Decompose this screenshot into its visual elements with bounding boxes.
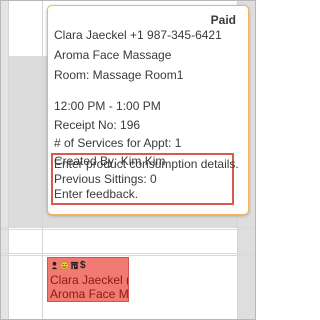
appointment-card[interactable]: $ Clara Jaeckel (+ Aroma Face Ma [47,257,129,302]
grid-line [8,1,9,319]
enter-consumption-link[interactable]: Enter product consumption details. [54,157,239,171]
payment-status: Paid [210,13,236,27]
appointment-client-name: Clara Jaeckel (+ [50,273,129,287]
appointment-tooltip: Paid Clara Jaeckel +1 987-345-6421 Aroma… [47,5,249,215]
grid-line [1,253,255,254]
grid-line [1,255,255,256]
grid-line [1,227,255,228]
receipt-number: Receipt No: 196 [54,118,141,132]
grid-line [42,1,43,319]
left-shaded-column [1,1,8,319]
enter-feedback-link[interactable]: Enter feedback. [54,187,138,201]
appointment-time: 12:00 PM - 1:00 PM [54,99,161,113]
person-icon [51,261,58,270]
appointment-icons: $ [50,260,86,271]
appointment-service: Aroma Face Ma [50,287,129,301]
client-contact: Clara Jaeckel +1 987-345-6421 [54,28,222,42]
paid-dollar-icon: $ [80,259,86,271]
smiley-icon [60,261,69,270]
store-icon [70,261,79,270]
service-name: Aroma Face Massage [54,48,172,62]
grid-line [1,229,255,230]
services-count: # of Services for Appt: 1 [54,136,182,150]
room-name: Room: Massage Room1 [54,68,184,82]
